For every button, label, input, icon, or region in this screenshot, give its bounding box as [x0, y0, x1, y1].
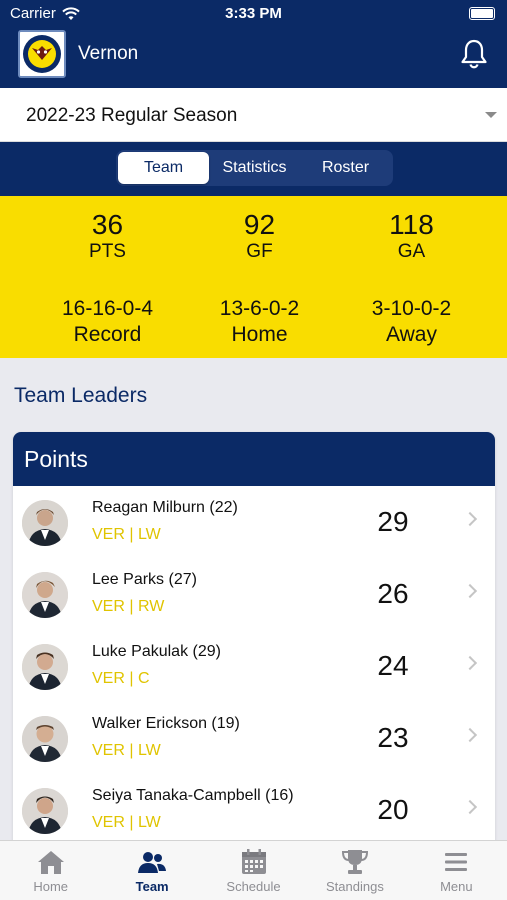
nav-menu[interactable]: Menu	[406, 841, 507, 900]
menu-icon	[445, 853, 468, 871]
stat-record: 16-16-0-4 Record	[23, 296, 192, 348]
stat-record-label: Record	[73, 323, 142, 346]
card-header-points: Points	[13, 432, 495, 486]
home-icon	[37, 851, 64, 874]
team-name: Vernon	[78, 43, 139, 64]
nav-home[interactable]: Home	[0, 841, 101, 900]
nav-menu-label: Menu	[440, 879, 473, 894]
nav-team[interactable]: Team	[101, 841, 202, 900]
nav-team-label: Team	[135, 879, 169, 894]
chevron-right-icon	[462, 727, 478, 743]
nav-home-label: Home	[33, 879, 69, 894]
bell-icon[interactable]	[459, 38, 489, 70]
stat-home: 13-6-0-2 Home	[175, 296, 344, 348]
stat-away-value: 3-10-0-2	[371, 297, 452, 320]
wifi-icon	[62, 6, 80, 20]
trophy-icon	[341, 850, 368, 874]
nav-standings-label: Standings	[326, 879, 384, 894]
player-name: Walker Erickson (19)	[92, 715, 240, 732]
tab-roster[interactable]: Roster	[300, 152, 391, 184]
caret-down-icon	[485, 112, 497, 118]
player-avatar	[22, 572, 68, 618]
stat-away-label: Away	[386, 323, 437, 346]
player-name: Lee Parks (27)	[92, 571, 197, 588]
segmented-control: Team Statistics Roster	[116, 150, 393, 186]
player-points-value: 24	[377, 650, 409, 681]
stat-pts: 36 PTS	[23, 210, 192, 264]
vipers-logo-icon	[20, 32, 64, 76]
leader-row[interactable]: Walker Erickson (19) VER | LW 23	[13, 702, 495, 774]
stat-home-value: 13-6-0-2	[219, 297, 300, 320]
nav-standings[interactable]: Standings	[304, 841, 405, 900]
leader-row[interactable]: Reagan Milburn (22) VER | LW 29	[13, 486, 495, 558]
team-stats-panel: 36 PTS 92 GF 118 GA 16-16-0-4 Record 13-…	[0, 196, 507, 358]
points-leaders-card: Points Reagan Milburn (22) VER | LW 29 L…	[13, 432, 495, 852]
stat-gf-label: GF	[246, 241, 273, 262]
chevron-right-icon	[462, 799, 478, 815]
player-avatar	[22, 716, 68, 762]
player-points-value: 20	[377, 794, 409, 825]
tab-statistics[interactable]: Statistics	[209, 152, 300, 184]
player-team-position: VER | RW	[92, 598, 165, 615]
nav-schedule[interactable]: Schedule	[203, 841, 304, 900]
leader-row[interactable]: Lee Parks (27) VER | RW 26	[13, 558, 495, 630]
player-points-value: 29	[377, 506, 409, 537]
nav-schedule-label: Schedule	[226, 879, 281, 894]
calendar-icon	[241, 849, 266, 874]
carrier-label: Carrier	[10, 5, 56, 22]
bottom-tab-bar: Home Team Schedule Standings Menu	[0, 840, 507, 900]
app-header: Vernon	[0, 28, 507, 88]
leader-row[interactable]: Luke Pakulak (29) VER | C 24	[13, 630, 495, 702]
player-avatar	[22, 788, 68, 834]
stat-pts-value: 36	[91, 209, 124, 240]
player-name: Luke Pakulak (29)	[92, 643, 221, 660]
status-bar: Carrier 3:33 PM	[0, 0, 507, 28]
chevron-right-icon	[462, 583, 478, 599]
leader-row[interactable]: Seiya Tanaka-Campbell (16) VER | LW 20	[13, 774, 495, 846]
player-points-value: 23	[377, 722, 409, 753]
battery-icon	[469, 7, 495, 20]
stat-home-label: Home	[231, 323, 288, 346]
stat-away: 3-10-0-2 Away	[327, 296, 496, 348]
player-team-position: VER | LW	[92, 526, 161, 543]
team-icon	[138, 852, 167, 873]
chevron-right-icon	[462, 511, 478, 527]
player-team-position: VER | LW	[92, 742, 161, 759]
tab-team[interactable]: Team	[118, 152, 209, 184]
section-title-team-leaders: Team Leaders	[14, 384, 148, 407]
stat-ga-value: 118	[389, 209, 434, 240]
player-team-position: VER | LW	[92, 814, 161, 831]
chevron-right-icon	[462, 655, 478, 671]
segment-bar: Team Statistics Roster	[0, 142, 507, 196]
stat-ga: 118 GA	[327, 210, 496, 264]
player-name: Seiya Tanaka-Campbell (16)	[92, 787, 294, 804]
player-team-position: VER | C	[92, 670, 150, 687]
stat-record-value: 16-16-0-4	[61, 297, 154, 320]
carrier-info: Carrier	[10, 5, 80, 22]
stat-pts-label: PTS	[89, 241, 126, 262]
season-selected-label: 2022-23 Regular Season	[26, 105, 238, 126]
player-points-value: 26	[377, 578, 409, 609]
stat-ga-label: GA	[397, 241, 426, 262]
team-logo[interactable]	[18, 30, 66, 78]
season-dropdown[interactable]: 2022-23 Regular Season	[0, 88, 507, 142]
player-avatar	[22, 644, 68, 690]
player-name: Reagan Milburn (22)	[92, 499, 238, 516]
player-avatar	[22, 500, 68, 546]
stat-gf-value: 92	[243, 209, 276, 240]
stat-gf: 92 GF	[175, 210, 344, 264]
